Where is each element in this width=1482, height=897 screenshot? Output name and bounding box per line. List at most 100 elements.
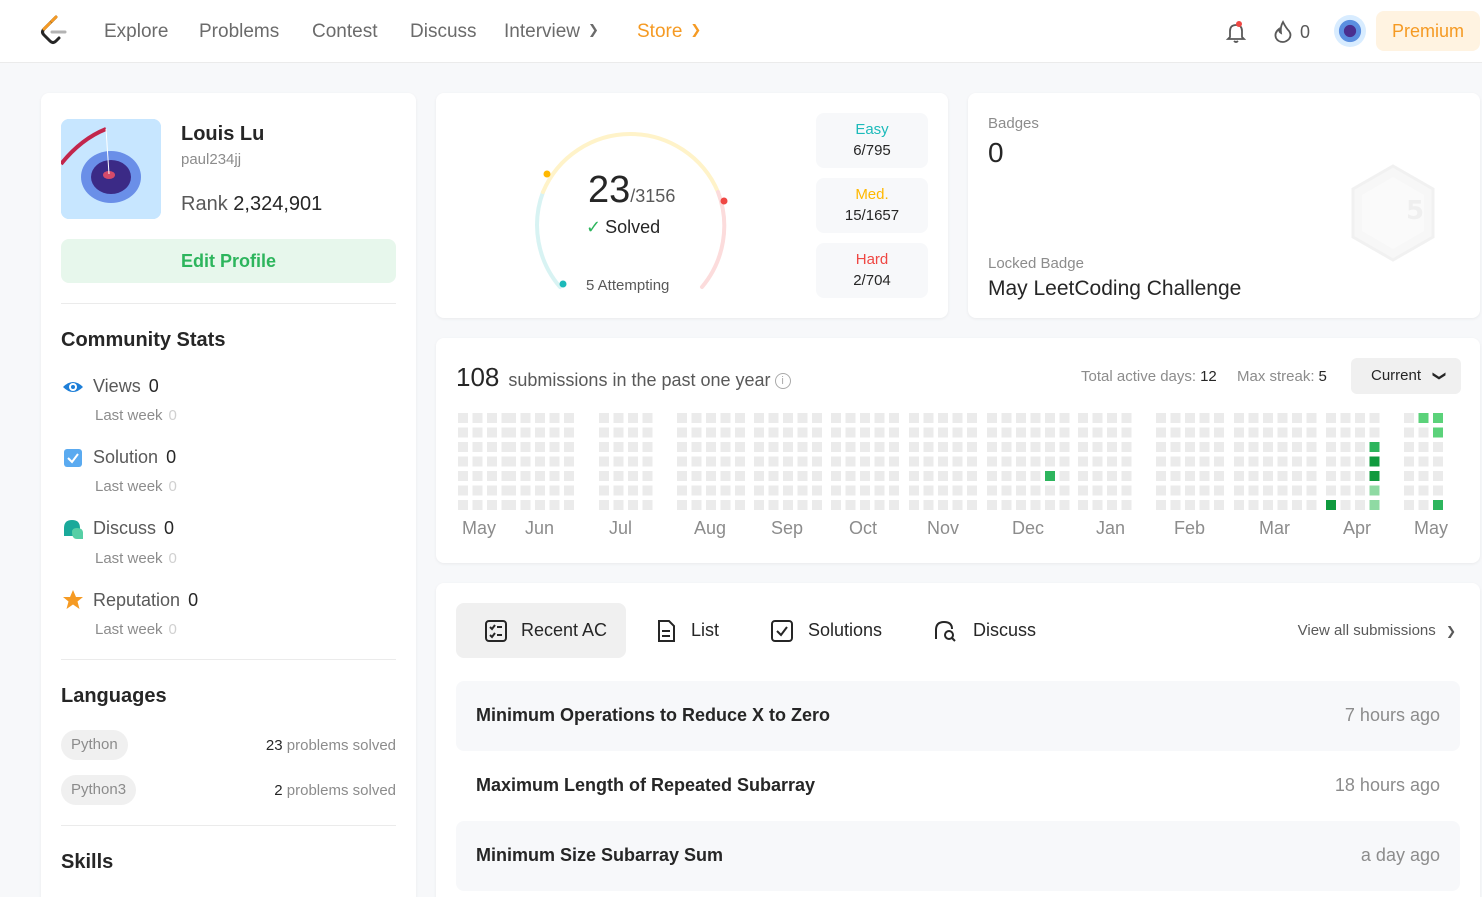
heatmap-cell[interactable] (458, 471, 468, 481)
heatmap-cell[interactable] (642, 485, 653, 496)
heatmap-cell[interactable] (1214, 427, 1224, 438)
heatmap-cell[interactable] (754, 471, 764, 481)
heatmap-cell[interactable] (1277, 456, 1288, 467)
heatmap-cell-active[interactable] (1369, 442, 1380, 452)
heatmap-cell[interactable] (845, 456, 856, 467)
heatmap-cell[interactable] (599, 442, 609, 452)
heatmap-cell[interactable] (1248, 442, 1259, 452)
heatmap-cell[interactable] (1199, 442, 1210, 452)
heatmap-cell[interactable] (1170, 456, 1181, 467)
heatmap-cell[interactable] (1001, 471, 1012, 481)
heatmap-cell[interactable] (923, 485, 934, 496)
heatmap-cell[interactable] (1306, 413, 1317, 423)
heatmap-cell[interactable] (1214, 485, 1224, 496)
heatmap-cell[interactable] (1404, 427, 1414, 438)
heatmap-cell[interactable] (720, 485, 731, 496)
heatmap-cell[interactable] (1292, 485, 1302, 496)
heatmap-cell[interactable] (1214, 442, 1224, 452)
heatmap-cell[interactable] (599, 427, 609, 438)
heatmap-cell[interactable] (1248, 413, 1259, 423)
heatmap-cell[interactable] (1248, 427, 1259, 438)
heatmap-cell[interactable] (628, 442, 638, 452)
heatmap-cell[interactable] (1306, 427, 1317, 438)
avatar[interactable] (1334, 15, 1366, 47)
nav-store[interactable]: Store ❯ (637, 21, 701, 43)
heatmap-cell[interactable] (1214, 471, 1224, 481)
heatmap-cell[interactable] (938, 442, 948, 452)
heatmap-cell[interactable] (1059, 413, 1070, 423)
heatmap-cell[interactable] (1059, 442, 1070, 452)
heatmap-cell[interactable] (1340, 471, 1351, 481)
heatmap-cell[interactable] (783, 413, 793, 423)
heatmap-cell[interactable] (677, 485, 687, 496)
heatmap-cell[interactable] (535, 427, 545, 438)
heatmap-cell[interactable] (1121, 442, 1132, 452)
heatmap-cell[interactable] (520, 456, 531, 467)
heatmap-cell[interactable] (768, 500, 779, 510)
heatmap-cell[interactable] (1107, 456, 1117, 467)
heatmap-cell[interactable] (783, 427, 793, 438)
heatmap-cell[interactable] (812, 485, 822, 496)
heatmap-cell[interactable] (506, 413, 516, 423)
heatmap-cell[interactable] (812, 471, 822, 481)
heatmap-cell[interactable] (923, 471, 934, 481)
heatmap-cell[interactable] (831, 500, 841, 510)
heatmap-cell[interactable] (1292, 442, 1302, 452)
heatmap-cell[interactable] (987, 442, 997, 452)
heatmap-cell[interactable] (1277, 485, 1288, 496)
heatmap-cell[interactable] (506, 442, 516, 452)
heatmap-cell[interactable] (1092, 485, 1103, 496)
heatmap-cell[interactable] (1433, 456, 1443, 467)
heatmap-cell[interactable] (1078, 500, 1088, 510)
heatmap-cell[interactable] (1326, 456, 1336, 467)
heatmap-cell[interactable] (1248, 471, 1259, 481)
heatmap-cell[interactable] (1277, 427, 1288, 438)
heatmap-cell[interactable] (860, 500, 870, 510)
heatmap-cell[interactable] (831, 413, 841, 423)
heatmap-cell[interactable] (564, 413, 574, 423)
heatmap-cell[interactable] (1045, 427, 1055, 438)
heatmap-cell[interactable] (549, 456, 560, 467)
tab-discuss[interactable]: Discuss (923, 603, 1053, 658)
heatmap-cell[interactable] (613, 442, 624, 452)
heatmap-cell[interactable] (1016, 500, 1026, 510)
heatmap-cell[interactable] (952, 413, 963, 423)
heatmap-cell[interactable] (1277, 500, 1288, 510)
heatmap-cell[interactable] (1170, 413, 1181, 423)
heatmap-cell[interactable] (987, 427, 997, 438)
heatmap-cell[interactable] (613, 485, 624, 496)
heatmap-cell[interactable] (923, 413, 934, 423)
heatmap-cell[interactable] (599, 456, 609, 467)
heatmap-cell[interactable] (909, 413, 919, 423)
heatmap-cell[interactable] (1185, 442, 1195, 452)
heatmap-cell[interactable] (613, 427, 624, 438)
heatmap-cell[interactable] (1059, 427, 1070, 438)
heatmap-cell[interactable] (549, 442, 560, 452)
heatmap-cell[interactable] (831, 471, 841, 481)
heatmap-cell[interactable] (1404, 456, 1414, 467)
heatmap-cell[interactable] (1107, 427, 1117, 438)
heatmap-cell[interactable] (1355, 442, 1365, 452)
heatmap-cell[interactable] (1185, 471, 1195, 481)
heatmap-cell[interactable] (923, 456, 934, 467)
heatmap-cell[interactable] (564, 471, 574, 481)
heatmap-cell[interactable] (938, 500, 948, 510)
heatmap-cell[interactable] (768, 485, 779, 496)
heatmap-cell[interactable] (987, 471, 997, 481)
heatmap-cell[interactable] (1001, 442, 1012, 452)
heatmap-cell[interactable] (1030, 427, 1041, 438)
heatmap-cell[interactable] (889, 456, 899, 467)
heatmap-cell[interactable] (1016, 485, 1026, 496)
list-item[interactable]: Maximum Length of Repeated Subarray 18 h… (456, 751, 1460, 821)
heatmap-cell[interactable] (1234, 456, 1244, 467)
heatmap-cell[interactable] (1092, 456, 1103, 467)
heatmap-cell[interactable] (472, 442, 483, 452)
heatmap-cell[interactable] (797, 471, 808, 481)
heatmap-cell[interactable] (1078, 427, 1088, 438)
heatmap-cell[interactable] (1199, 471, 1210, 481)
heatmap-cell[interactable] (909, 456, 919, 467)
heatmap-cell[interactable] (812, 500, 822, 510)
heatmap-cell[interactable] (923, 500, 934, 510)
heatmap-cell[interactable] (1107, 500, 1117, 510)
heatmap-cell[interactable] (1170, 471, 1181, 481)
